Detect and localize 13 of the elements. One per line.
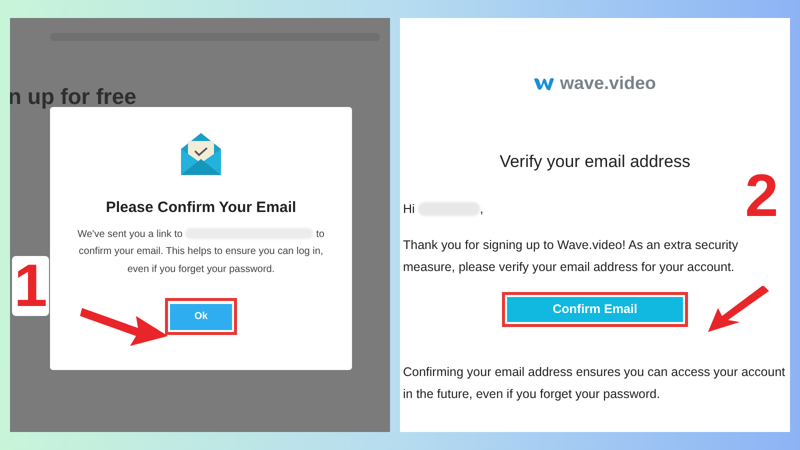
email-heading: Verify your email address	[500, 151, 690, 173]
dialog-title: Please Confirm Your Email	[106, 198, 296, 218]
email-paragraph: Thank you for signing up to Wave.video! As an extra security measure, please verify your email address for your account.	[403, 237, 740, 276]
confirm-email-button[interactable]: Confirm Email	[507, 297, 683, 322]
step-number: 1	[12, 256, 50, 316]
comma-text: ,	[480, 200, 484, 218]
logo-text: wave.video	[560, 72, 656, 95]
step-number: 2	[745, 166, 778, 226]
email-footer-text: Confirming your email address ensures you can access your account in the future, even if you forget your password.	[403, 364, 786, 404]
dialog-message: We've sent you a link to to confirm your email. This helps to ensure you can log in, even if you forget your password.	[76, 227, 326, 276]
greeting-text: Hi	[403, 200, 415, 218]
logo-icon	[534, 76, 554, 90]
ok-button[interactable]: Ok	[170, 304, 232, 330]
